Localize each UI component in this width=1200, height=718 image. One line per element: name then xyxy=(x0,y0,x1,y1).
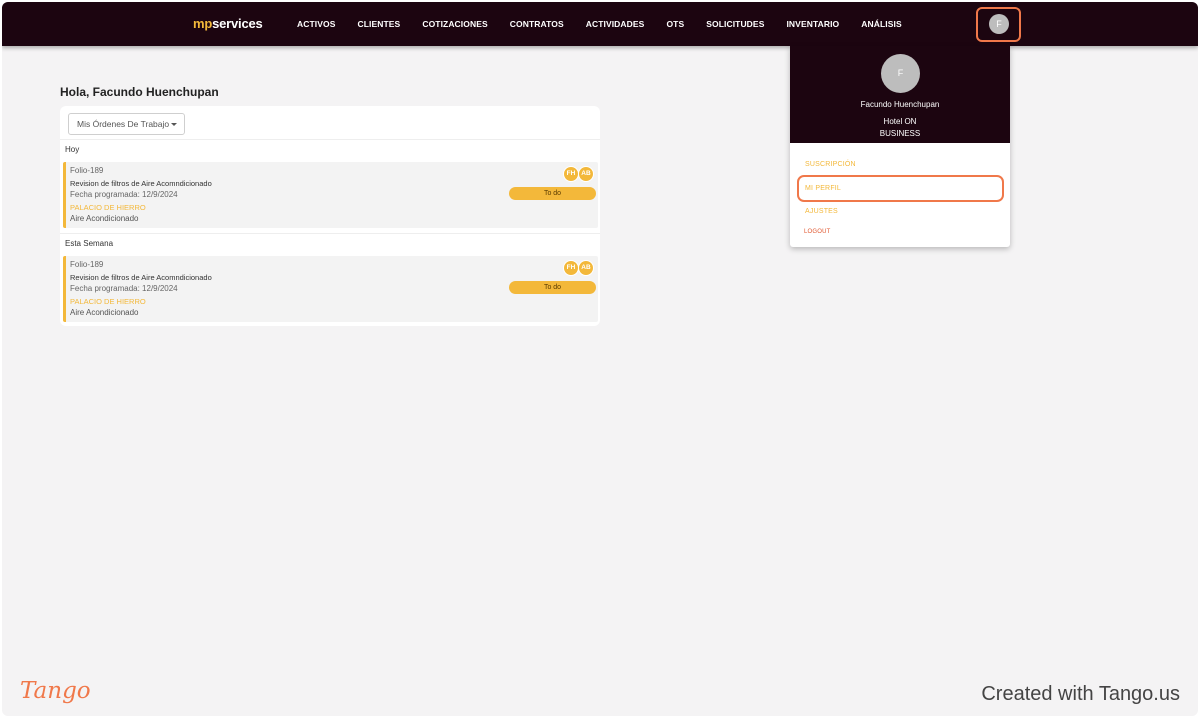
card-category: Aire Acondicionado xyxy=(70,214,139,223)
menu-item-settings[interactable]: AJUSTES xyxy=(805,208,838,215)
app-window: mpservices ACTIVOS CLIENTES COTIZACIONES… xyxy=(2,2,1198,716)
card-location: PALACIO DE HIERRO xyxy=(70,297,146,306)
work-order-card[interactable]: Folio-189 Revision de filtros de Aire Ac… xyxy=(63,256,598,322)
footer-credit: Created with Tango.us xyxy=(981,683,1180,705)
page-greeting: Hola, Facundo Huenchupan xyxy=(60,85,219,99)
card-title: Revision de filtros de Aire Acomndiciona… xyxy=(70,179,212,188)
brand-prefix: mp xyxy=(193,16,213,31)
card-folio: Folio-189 xyxy=(70,166,104,175)
user-name: Facundo Huenchupan xyxy=(860,100,940,109)
nav-contratos[interactable]: CONTRATOS xyxy=(510,19,564,29)
work-order-card[interactable]: Folio-189 Revision de filtros de Aire Ac… xyxy=(63,162,598,228)
nav-solicitudes[interactable]: SOLICITUDES xyxy=(706,19,764,29)
assignee-avatar: FH xyxy=(563,166,579,182)
nav-clientes[interactable]: CLIENTES xyxy=(357,19,400,29)
nav-ots[interactable]: OTS xyxy=(666,19,684,29)
section-header-this-week: Esta Semana xyxy=(60,233,600,255)
user-dropdown-menu: F Facundo Huenchupan Hotel ON BUSINESS S… xyxy=(790,46,1010,247)
card-location: PALACIO DE HIERRO xyxy=(70,203,146,212)
assignee-avatar: AB xyxy=(578,166,594,182)
nav-activos[interactable]: ACTIVOS xyxy=(297,19,335,29)
menu-item-my-profile[interactable]: MI PERFIL xyxy=(805,185,841,192)
menu-item-logout[interactable]: LOGOUT xyxy=(804,229,831,235)
nav-cotizaciones[interactable]: COTIZACIONES xyxy=(422,19,487,29)
card-title: Revision de filtros de Aire Acomndiciona… xyxy=(70,273,212,282)
card-category: Aire Acondicionado xyxy=(70,308,139,317)
tango-logo: Tango xyxy=(20,678,91,704)
top-navbar: mpservices ACTIVOS CLIENTES COTIZACIONES… xyxy=(2,2,1198,46)
nav-actividades[interactable]: ACTIVIDADES xyxy=(586,19,645,29)
user-plan: BUSINESS xyxy=(879,129,921,138)
card-date: Fecha programada: 12/9/2024 xyxy=(70,190,178,199)
work-orders-panel: Mis Órdenes De Trabajo Hoy Folio-189 Rev… xyxy=(60,106,600,326)
nav-inventario[interactable]: INVENTARIO xyxy=(786,19,839,29)
status-badge: To do xyxy=(509,187,596,200)
section-header-today: Hoy xyxy=(60,139,600,161)
avatar-highlight: F xyxy=(976,7,1021,42)
card-date: Fecha programada: 12/9/2024 xyxy=(70,284,178,293)
user-avatar-button[interactable]: F xyxy=(989,14,1009,34)
brand-logo[interactable]: mpservices xyxy=(193,16,263,31)
avatar: F xyxy=(881,54,920,93)
menu-item-subscription[interactable]: SUSCRIPCIÓN xyxy=(805,161,856,168)
caret-down-icon xyxy=(171,123,177,126)
assignee-avatar: AB xyxy=(578,260,594,276)
assignee-avatar: FH xyxy=(563,260,579,276)
nav-analisis[interactable]: ANÁLISIS xyxy=(861,19,901,29)
card-folio: Folio-189 xyxy=(70,260,104,269)
user-menu-header: F Facundo Huenchupan Hotel ON BUSINESS xyxy=(790,46,1010,143)
work-orders-filter-select[interactable]: Mis Órdenes De Trabajo xyxy=(68,113,185,135)
status-badge: To do xyxy=(509,281,596,294)
user-organization: Hotel ON xyxy=(883,117,917,126)
main-nav: ACTIVOS CLIENTES COTIZACIONES CONTRATOS … xyxy=(286,2,913,46)
filter-value: Mis Órdenes De Trabajo xyxy=(77,119,170,129)
brand-suffix: services xyxy=(212,16,263,31)
